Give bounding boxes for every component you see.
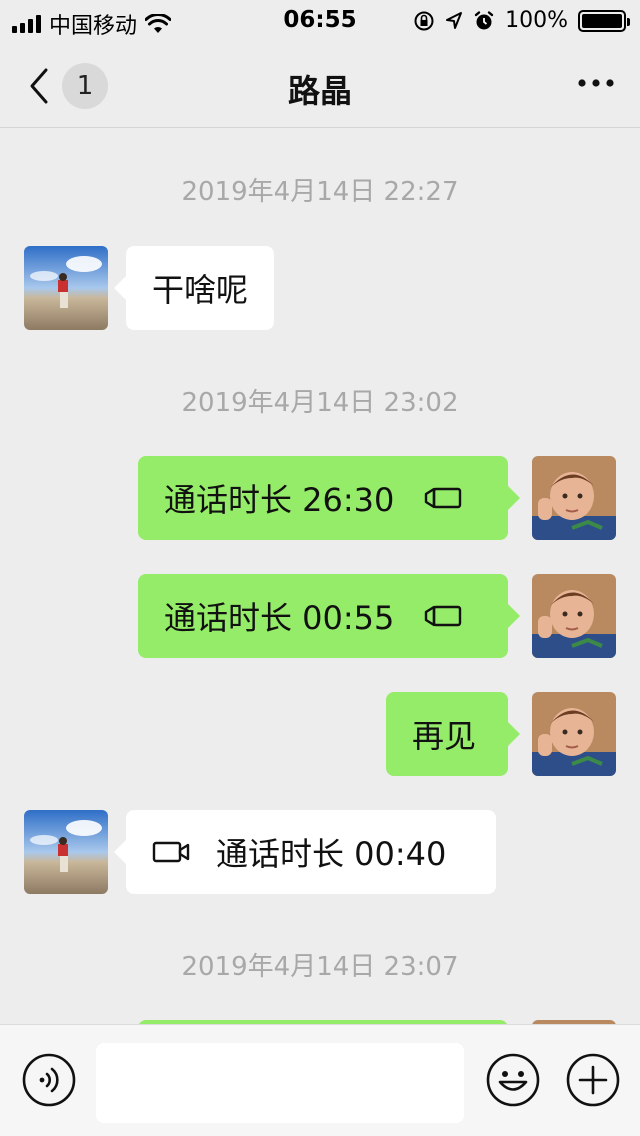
call-duration-text: 通话时长 00:40 — [216, 835, 447, 873]
battery-percent: 100% — [505, 8, 568, 33]
location-icon — [446, 11, 463, 29]
call-duration-text: 通话时长 00:55 — [164, 599, 395, 637]
battery-icon — [578, 9, 630, 32]
received-call-bubble[interactable]: 通话时长 00:40 — [114, 810, 496, 894]
nav-bar: 1 路晶 — [0, 42, 640, 128]
received-message-bubble[interactable]: 干啥呢 — [113, 246, 275, 330]
contact-avatar[interactable] — [24, 246, 108, 330]
message-timestamp: 2019年4月14日 23:02 — [181, 388, 459, 418]
sent-call-bubble[interactable]: 通话时长 26:30 — [138, 456, 520, 540]
video-call-icon — [424, 486, 462, 510]
plus-icon[interactable] — [566, 1053, 620, 1107]
message-input[interactable] — [96, 1043, 464, 1123]
input-bar — [0, 1024, 640, 1136]
status-right: 100% — [413, 8, 630, 33]
chat-area[interactable]: 2019年4月14日 22:27 干啥呢 2019年4月14日 23:02 通话… — [0, 129, 640, 1024]
chat-title: 路晶 — [287, 72, 352, 110]
voice-icon[interactable] — [22, 1053, 76, 1107]
sent-call-bubble[interactable]: 通话时长 00:55 — [138, 574, 520, 658]
message-timestamp: 2019年4月14日 23:07 — [181, 952, 459, 982]
rotation-lock-icon — [414, 11, 434, 30]
contact-avatar[interactable] — [24, 810, 108, 894]
status-bar: 中国移动 06:55 100% — [0, 0, 640, 42]
message-timestamp: 2019年4月14日 22:27 — [181, 177, 459, 207]
message-text: 再见 — [412, 717, 477, 755]
video-call-icon — [152, 840, 190, 864]
sent-message-bubble[interactable]: 再见 — [386, 692, 520, 776]
message-text: 干啥呢 — [152, 271, 249, 309]
video-call-icon — [424, 604, 462, 628]
my-avatar[interactable] — [532, 692, 616, 776]
my-avatar[interactable] — [532, 456, 616, 540]
emoji-icon[interactable] — [486, 1053, 540, 1107]
alarm-icon — [474, 10, 494, 29]
more-icon[interactable] — [574, 68, 618, 98]
call-duration-text: 通话时长 26:30 — [164, 481, 395, 519]
my-avatar[interactable] — [532, 574, 616, 658]
